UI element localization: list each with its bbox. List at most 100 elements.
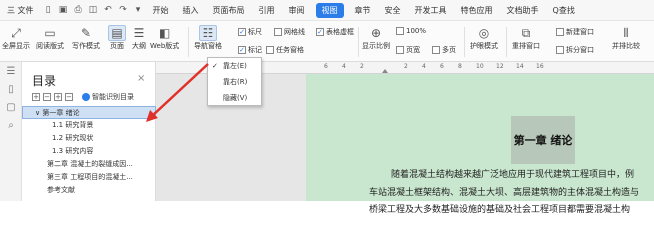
reading-mode-button[interactable]: ▭ 阅读版式 <box>36 25 64 51</box>
more-icon[interactable]: ▾ <box>132 4 145 17</box>
zoom-icon: ⊕ <box>370 26 382 40</box>
ribbon-view: ⤢ 全屏显示 ▭ 阅读版式 ✎ 写作模式 ▤ 页面 ☰ 大纲 ◧ Web版式 ☷ 导航窗格 ✓… <box>0 21 654 62</box>
menu-option[interactable]: 靠右(R) <box>208 74 261 90</box>
gridlines-checkbox[interactable]: 网格线 <box>274 27 305 37</box>
toc-item[interactable]: 参考文献 <box>22 184 156 197</box>
paragraph-line: 随着混凝土结构越来越广泛地应用于现代建筑工程项目中，例 <box>391 170 635 180</box>
table-borders-checkbox[interactable]: ✓ 表格虚框 <box>316 27 354 37</box>
ruler-number: 2 <box>360 63 364 70</box>
tab-references[interactable]: 引用 <box>252 5 282 16</box>
ruler-number: 4 <box>342 63 346 70</box>
expand-all-icon[interactable]: + <box>32 93 40 101</box>
tab-security[interactable]: 安全 <box>378 5 408 16</box>
ruler-number: 4 <box>422 63 426 70</box>
writing-mode-button[interactable]: ✎ 写作模式 <box>72 25 100 51</box>
eye-mode-button[interactable]: ◎ 护眼模式 <box>470 25 498 51</box>
nav-title: 目录 <box>32 74 57 88</box>
tab-developer[interactable]: 开发工具 <box>408 5 454 16</box>
toc-item[interactable]: 1.2 研究现状 <box>22 132 156 145</box>
level-up-icon[interactable]: + <box>54 93 62 101</box>
preview-icon[interactable]: ◫ <box>87 4 100 17</box>
ruler-checkbox[interactable]: ✓ 标尺 <box>238 27 262 37</box>
toc-item[interactable]: 1.3 研究内容 <box>22 145 156 158</box>
document-page[interactable]: 第一章 绪论 随着混凝土结构越来越广泛地应用于现代建筑工程项目中，例 车站混凝土… <box>306 74 654 215</box>
display-ratio-button[interactable]: ⊕ 显示比例 <box>362 25 390 51</box>
close-icon[interactable]: × <box>137 73 145 84</box>
save-icon[interactable]: ▣ <box>57 4 70 17</box>
search-icon[interactable]: ⌕ <box>0 116 22 134</box>
chapter-heading: 第一章 绪论 <box>511 116 575 164</box>
checkbox-checked: ✓ <box>238 28 246 36</box>
tab-section[interactable]: 章节 <box>348 5 378 16</box>
rearrange-window-button[interactable]: ⧉ 重排窗口 <box>512 25 540 51</box>
page-icon: ▤ <box>108 25 126 41</box>
outline-icon: ☰ <box>133 26 145 40</box>
bookmark-icon[interactable]: ▯ <box>0 80 22 98</box>
taskpane-checkbox[interactable]: 任务窗格 <box>266 45 304 55</box>
new-window-icon <box>556 28 564 36</box>
side-by-side-label: 并排比较 <box>612 42 640 50</box>
toc-item[interactable]: ∨ 第一章 绪论 <box>22 106 156 119</box>
nav-pane-label: 导航窗格 <box>194 42 222 50</box>
nav-toolbar: + − + − 智能识别目录 <box>32 92 134 102</box>
web-icon: ◧ <box>158 26 171 40</box>
zoom-100-button[interactable]: 100% <box>396 27 426 35</box>
left-toolbar: ☰ ▯ ▢ ⌕ <box>0 62 22 201</box>
toc-item-label: 第三章 工程项目的混凝土... <box>47 173 133 181</box>
level-down-icon[interactable]: − <box>65 93 73 101</box>
rearrange-label: 重排窗口 <box>512 42 540 50</box>
toc-item-label: 参考文献 <box>47 186 75 194</box>
search-button[interactable]: Q查找 <box>546 5 582 16</box>
split-window-label: 拆分窗口 <box>566 46 594 54</box>
fullscreen-icon: ⤢ <box>11 25 21 40</box>
menu-option-label: 靠左(E) <box>223 62 247 70</box>
multi-page-button[interactable]: 多页 <box>432 45 456 55</box>
split-window-button[interactable]: 拆分窗口 <box>556 45 594 55</box>
toc-item[interactable]: 1.1 研究背景 <box>22 119 156 132</box>
book-icon: ▭ <box>44 26 56 40</box>
nav-pane-button[interactable]: ☷ 导航窗格 <box>194 25 222 51</box>
chapter-icon[interactable]: ▢ <box>0 98 22 116</box>
ribbon-divider <box>506 27 507 57</box>
reading-label: 阅读版式 <box>36 42 64 50</box>
tab-features[interactable]: 特色应用 <box>454 5 500 16</box>
toc-item-label: 第二章 混凝土的裂缝成因... <box>47 160 133 168</box>
tab-view[interactable]: 视图 <box>315 2 344 18</box>
print-icon[interactable]: ⎙ <box>72 4 85 17</box>
smart-toc-button[interactable]: 智能识别目录 <box>82 92 134 102</box>
toc-item[interactable]: 第二章 混凝土的裂缝成因... <box>22 158 156 171</box>
toc-item-label: 1.3 研究内容 <box>52 147 94 155</box>
checkbox-unchecked <box>274 28 282 36</box>
tab-layout[interactable]: 页面布局 <box>206 5 252 16</box>
fullscreen-button[interactable]: ⤢ 全屏显示 <box>2 25 30 51</box>
marks-checkbox[interactable]: ✓ 标记 <box>238 45 262 55</box>
side-by-side-button[interactable]: ⫴ 并排比较 <box>612 25 640 51</box>
tab-review[interactable]: 审阅 <box>282 5 312 16</box>
new-doc-icon[interactable]: ▯ <box>42 4 55 17</box>
ruler-number: 8 <box>458 63 462 70</box>
tab-home[interactable]: 开始 <box>146 5 176 16</box>
toc-icon[interactable]: ☰ <box>0 62 22 80</box>
smart-icon <box>82 93 90 101</box>
page-view-button[interactable]: ▤ 页面 <box>108 25 126 51</box>
paragraph-line: 桥梁工程及大多数基础设施的基础及社会工程项目都需要混凝土构 <box>369 205 631 215</box>
redo-icon[interactable]: ↷ <box>117 4 130 17</box>
collapse-all-icon[interactable]: − <box>43 93 51 101</box>
page-width-button[interactable]: 页宽 <box>396 45 420 55</box>
menu-option[interactable]: 隐藏(V) <box>208 90 261 106</box>
eye-icon: ◎ <box>478 26 490 40</box>
new-window-button[interactable]: 新建窗口 <box>556 27 594 37</box>
tab-insert[interactable]: 插入 <box>176 5 206 16</box>
ruler-number: 10 <box>476 63 484 70</box>
menu-option[interactable]: ✓ 靠左(E) <box>208 58 261 74</box>
file-menu[interactable]: 三 文件 <box>0 5 41 16</box>
undo-icon[interactable]: ↶ <box>102 4 115 17</box>
tab-doc-assistant[interactable]: 文档助手 <box>500 5 546 16</box>
web-layout-button[interactable]: ◧ Web版式 <box>150 25 179 51</box>
ruler-label: 标尺 <box>248 28 262 36</box>
outline-button[interactable]: ☰ 大纲 <box>130 25 148 51</box>
ruler-number: 6 <box>324 63 328 70</box>
toc-item[interactable]: 第三章 工程项目的混凝土... <box>22 171 156 184</box>
compare-icon: ⫴ <box>623 25 629 40</box>
indent-marker[interactable] <box>382 69 388 73</box>
